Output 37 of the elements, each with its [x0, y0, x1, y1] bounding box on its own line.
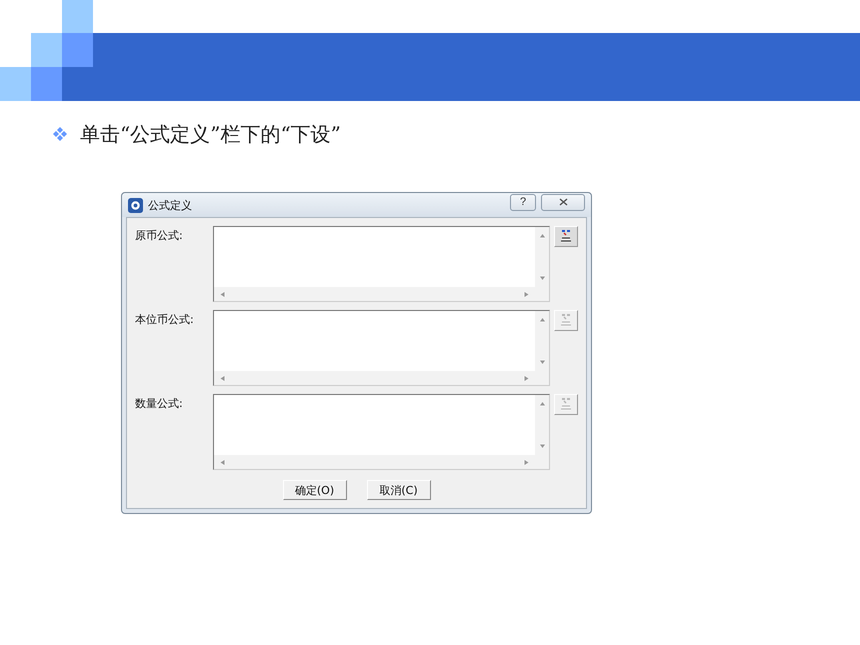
scroll-up-icon: [540, 401, 545, 406]
scroll-left-icon: [220, 460, 225, 464]
help-button[interactable]: ?: [510, 194, 536, 210]
formula-picker-button[interactable]: [554, 226, 578, 247]
formula-icon: [559, 314, 574, 328]
scroll-down-icon: [540, 276, 545, 281]
scroll-right-icon: [524, 292, 530, 296]
scroll-left-icon: [220, 292, 225, 296]
horizontal-scrollbar[interactable]: [214, 371, 550, 385]
scroll-up-icon: [540, 317, 545, 322]
formula-field[interactable]: [212, 226, 550, 302]
scroll-right-icon: [524, 376, 530, 380]
vertical-scrollbar[interactable]: [535, 311, 550, 371]
dialog-button[interactable]: 确定(O): [282, 480, 346, 500]
close-button[interactable]: [541, 194, 585, 210]
app-icon: [128, 198, 143, 212]
scroll-right-icon: [524, 460, 530, 464]
field-label: 数量公式:: [135, 396, 184, 412]
field-label: 原币公式:: [135, 228, 184, 244]
close-icon: [558, 198, 568, 206]
horizontal-scrollbar[interactable]: [214, 455, 550, 469]
vertical-scrollbar[interactable]: [535, 395, 550, 455]
formula-field[interactable]: [212, 310, 550, 386]
instruction-text: 单击“公式定义”栏下的“下设”: [80, 120, 341, 148]
formula-icon: [559, 398, 574, 412]
bullet-icon: [52, 126, 68, 142]
horizontal-scrollbar[interactable]: [214, 287, 550, 301]
scroll-up-icon: [540, 233, 545, 238]
vertical-scrollbar[interactable]: [535, 227, 550, 287]
dialog-button[interactable]: 取消(C): [366, 480, 430, 500]
scroll-down-icon: [540, 444, 545, 449]
dialog-title: 公式定义: [148, 198, 193, 212]
field-label: 本位币公式:: [135, 312, 195, 328]
scroll-left-icon: [220, 376, 225, 380]
formula-icon: [559, 230, 574, 244]
formula-field[interactable]: [212, 394, 550, 470]
scroll-down-icon: [540, 360, 545, 365]
